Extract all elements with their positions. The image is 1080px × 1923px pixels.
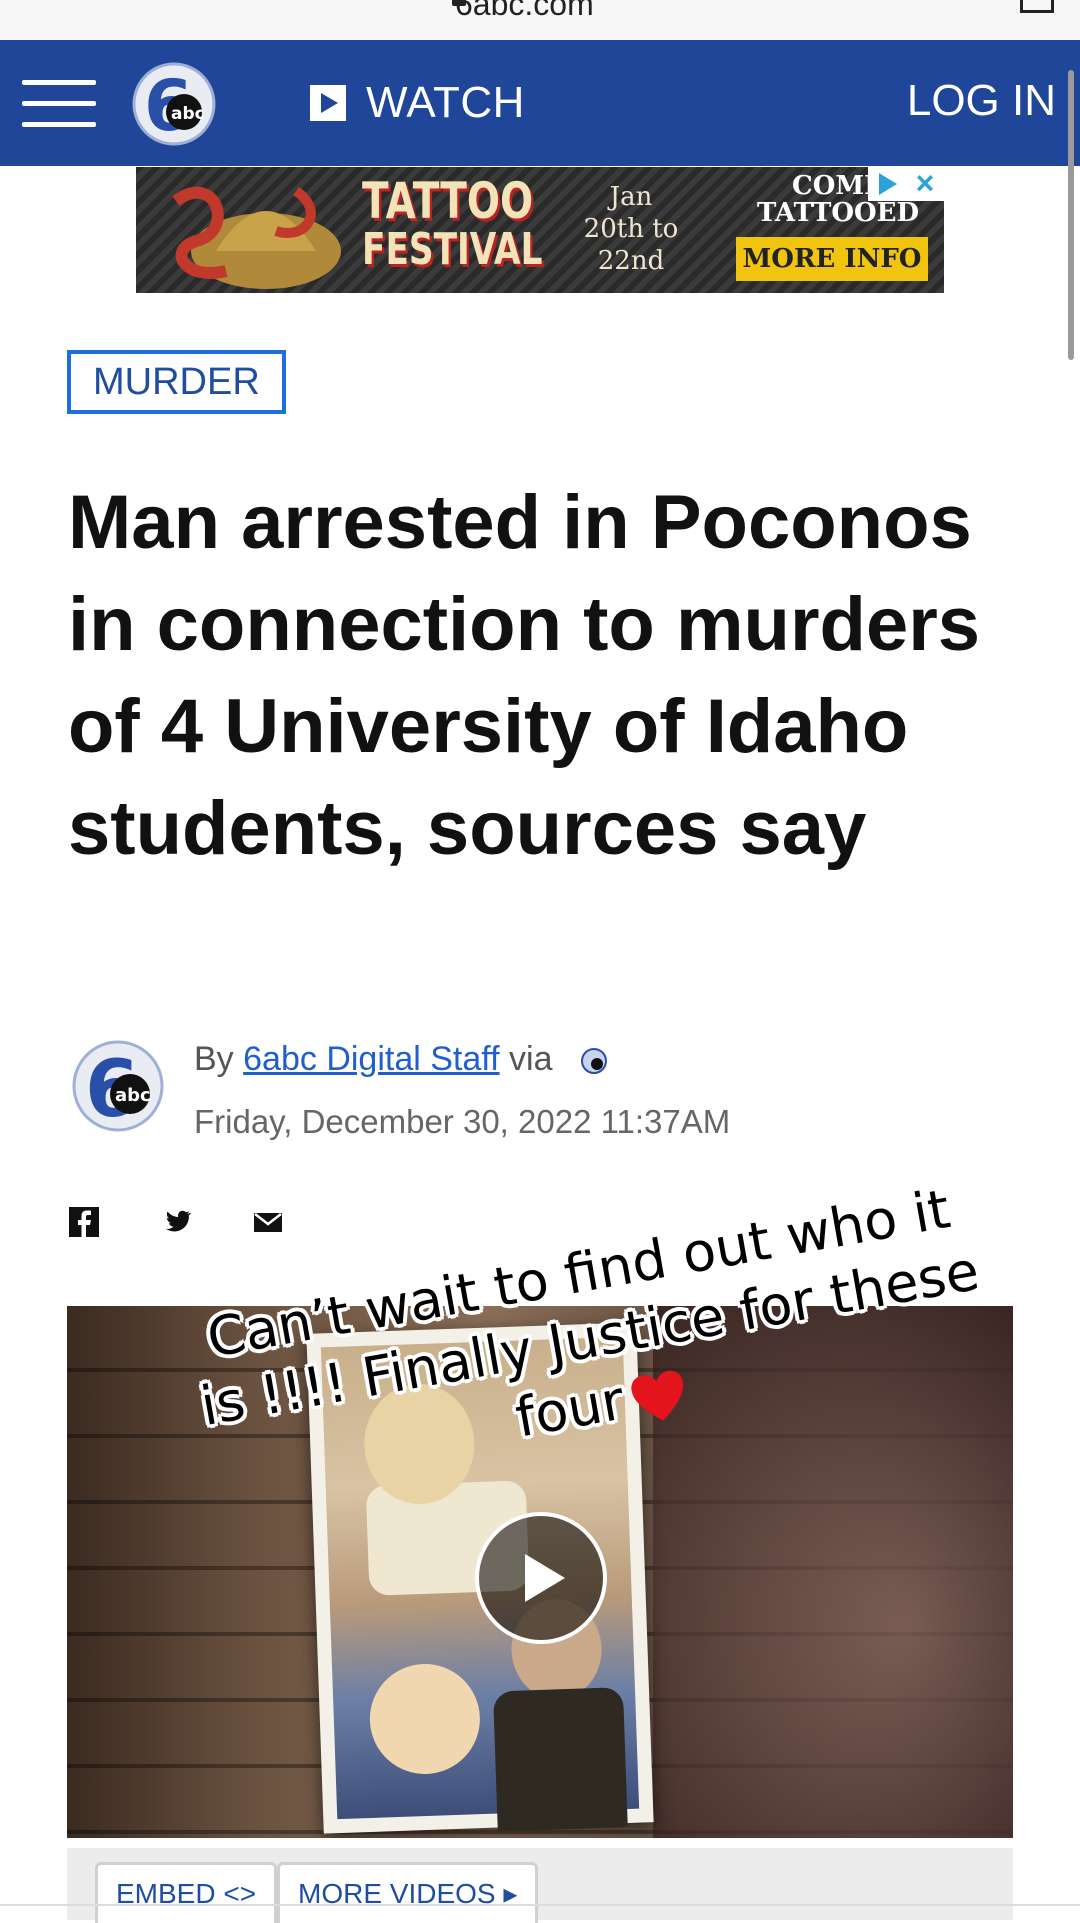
publish-date: Friday, December 30, 2022 11:37AM xyxy=(194,1103,731,1140)
site-header: 6 abc WATCH LOG IN xyxy=(0,40,1080,166)
watch-label: WATCH xyxy=(366,78,525,127)
6abc-logo-icon[interactable]: 6 abc xyxy=(132,62,220,146)
author-link[interactable]: 6abc Digital Staff xyxy=(243,1040,499,1078)
byline-via: via xyxy=(509,1040,553,1078)
ad-more-info-button[interactable]: MORE INFO xyxy=(736,237,928,281)
close-ad-icon[interactable]: × xyxy=(906,167,944,201)
ad-dates-line2: 20th to xyxy=(583,214,679,244)
article-headline: Man arrested in Poconos in connection to… xyxy=(68,480,981,871)
facebook-icon[interactable] xyxy=(68,1206,100,1238)
email-icon[interactable] xyxy=(252,1206,284,1238)
ad-dates-line3: 22nd xyxy=(597,246,665,276)
more-videos-button[interactable]: MORE VIDEOS ▸ xyxy=(277,1862,539,1923)
url-text[interactable]: 6abc.com xyxy=(455,0,594,23)
ad-choices[interactable]: × xyxy=(868,167,944,201)
snake-bell-icon xyxy=(172,186,341,289)
ad-come-line2: TATTOOED xyxy=(756,198,920,228)
author-avatar[interactable]: 6 abc xyxy=(70,1038,166,1134)
ad-title-line1: TATTOO xyxy=(362,172,534,230)
embed-button[interactable]: EMBED <> xyxy=(95,1862,278,1923)
menu-icon[interactable] xyxy=(22,80,96,127)
byline-prefix: By xyxy=(194,1040,234,1078)
byline: By 6abc Digital Staff via xyxy=(194,1040,608,1079)
tattoo-festival-ad[interactable]: TATTOO FESTIVAL Jan 20th to 22nd COME TA… xyxy=(136,167,944,293)
video-play-button[interactable] xyxy=(475,1512,607,1644)
ad-dates-line1: Jan xyxy=(609,182,653,212)
login-button[interactable]: LOG IN xyxy=(907,76,1056,126)
bookmark-icon[interactable] xyxy=(1020,0,1054,13)
category-tag[interactable]: MURDER xyxy=(67,350,286,414)
ad-title: TATTOO FESTIVAL xyxy=(362,175,542,273)
twitter-icon[interactable] xyxy=(160,1206,192,1238)
source-logo-icon xyxy=(580,1048,607,1075)
svg-text:abc: abc xyxy=(171,104,205,124)
svg-text:abc: abc xyxy=(115,1085,151,1106)
ad-title-line2: FESTIVAL xyxy=(362,224,543,275)
scrollbar[interactable] xyxy=(1068,70,1074,360)
share-bar xyxy=(68,1206,284,1238)
adchoices-icon[interactable] xyxy=(868,167,906,201)
ad-dates: Jan 20th to 22nd xyxy=(556,181,706,277)
video-actions-bar: EMBED <> MORE VIDEOS ▸ xyxy=(67,1848,1013,1923)
bottom-divider xyxy=(0,1904,1080,1906)
browser-address-bar: 6abc.com xyxy=(0,0,1080,41)
red-heart-icon xyxy=(631,1371,684,1421)
watch-button[interactable]: WATCH xyxy=(310,73,525,133)
play-icon xyxy=(310,85,346,121)
